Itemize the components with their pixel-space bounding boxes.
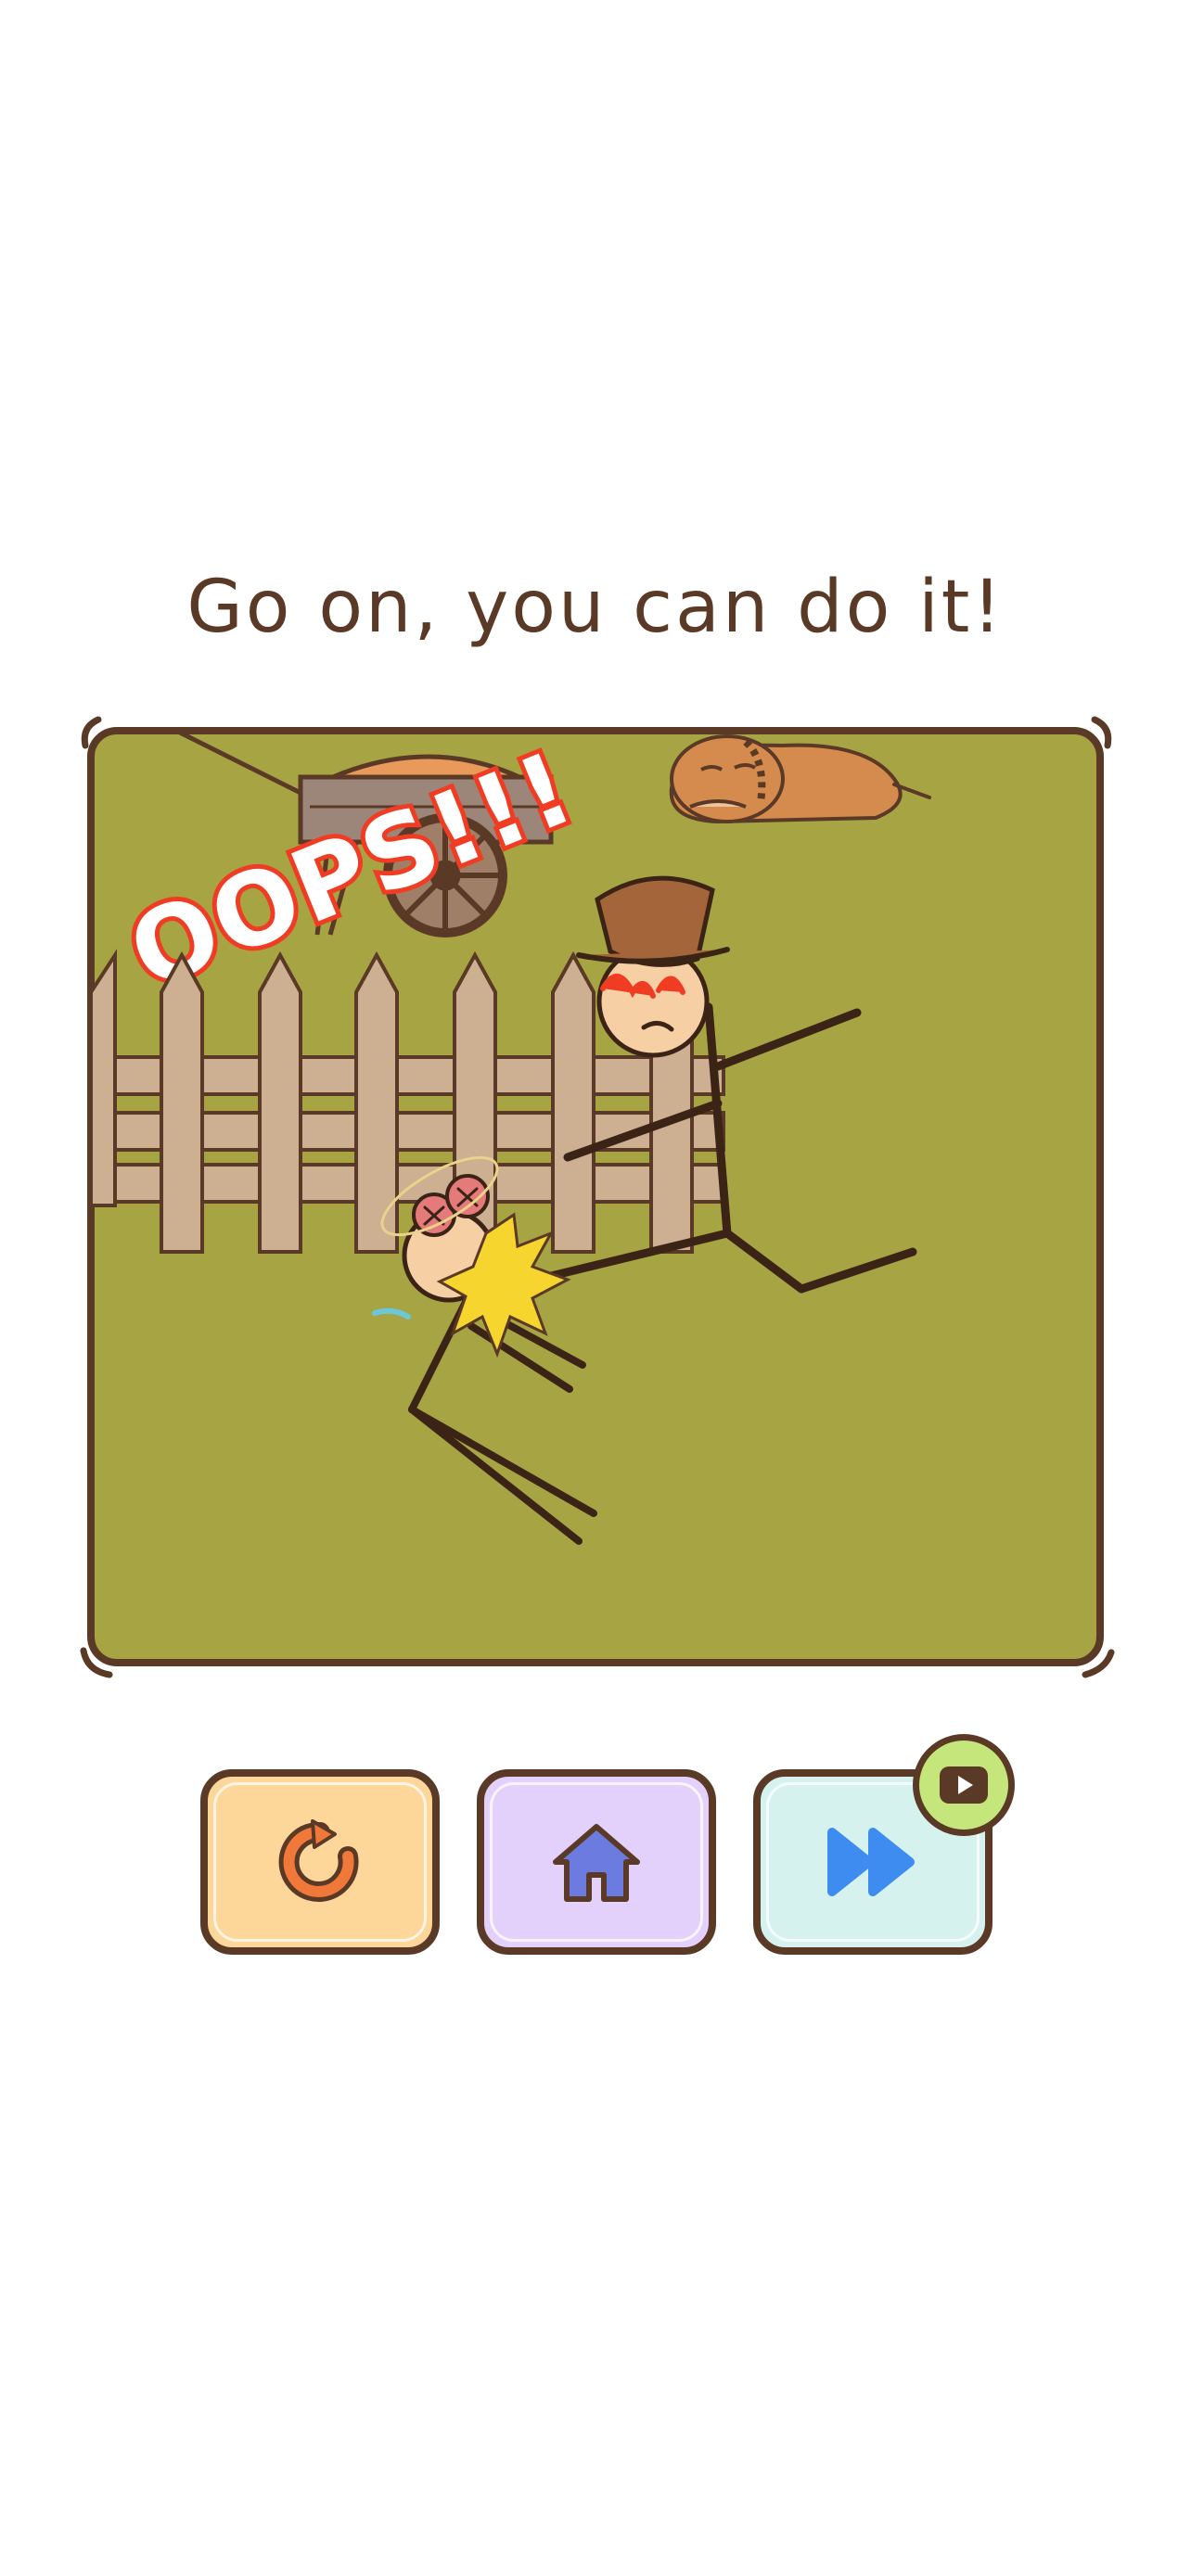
home-icon [553,1824,640,1902]
video-play-icon [940,1766,988,1804]
watch-video-badge[interactable] [913,1734,1015,1836]
home-button[interactable] [477,1769,716,1955]
level-hint-title: Go on, you can do it! [186,566,1005,649]
retry-icon [278,1819,359,1902]
level-scene: OOPS!!! [78,714,1115,1678]
fast-forward-icon [827,1828,915,1896]
retry-button[interactable] [200,1769,440,1955]
